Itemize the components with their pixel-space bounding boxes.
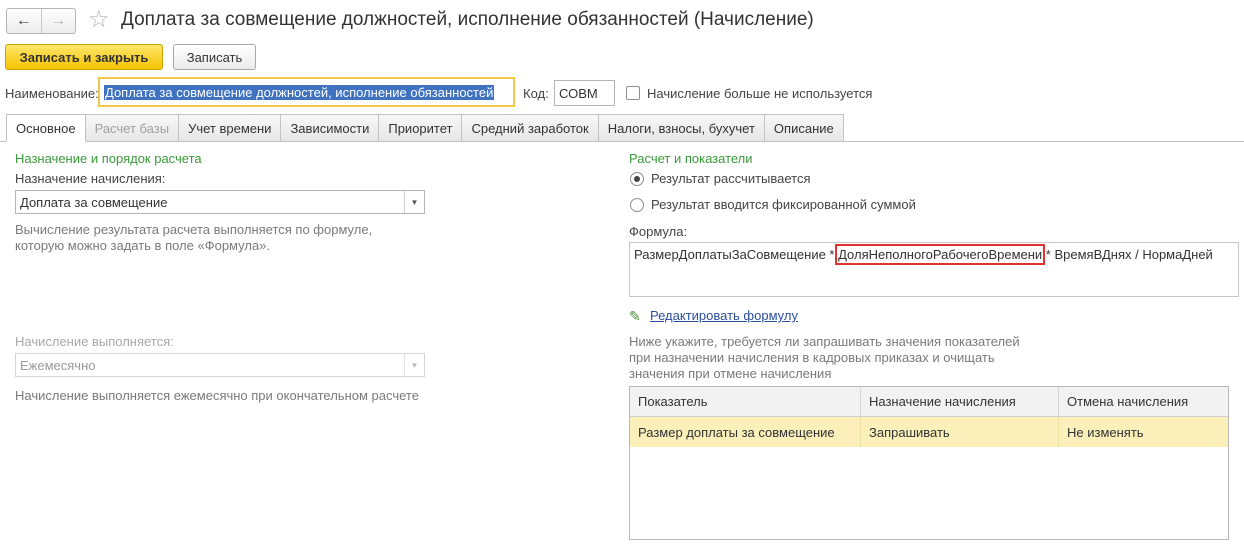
purpose-select[interactable]: Доплата за совмещение ▼ [15, 190, 425, 214]
periodicity-select[interactable]: Ежемесячно ▼ [15, 353, 425, 377]
dropdown-arrow-icon[interactable]: ▼ [404, 191, 424, 213]
edit-formula-link[interactable]: Редактировать формулу [650, 308, 798, 323]
tab-description[interactable]: Описание [764, 114, 844, 142]
column-header-cancellation[interactable]: Отмена начисления [1058, 387, 1228, 416]
save-button[interactable]: Записать [173, 44, 256, 70]
purpose-section-title: Назначение и порядок расчета [15, 151, 202, 166]
indicators-hint-line3: значения при отмене начисления [629, 366, 832, 381]
periodicity-select-value: Ежемесячно [20, 357, 96, 373]
indicators-hint: Ниже укажите, требуется ли запрашивать з… [629, 334, 1020, 382]
tab-average-earnings[interactable]: Средний заработок [462, 114, 599, 142]
name-label: Наименование: [5, 86, 99, 101]
tab-main[interactable]: Основное [6, 114, 86, 142]
radio-calculated-label[interactable]: Результат рассчитывается [651, 171, 811, 186]
purpose-label: Назначение начисления: [15, 171, 166, 186]
table-cell[interactable]: Запрашивать [860, 417, 1058, 447]
purpose-hint-line1: Вычисление результата расчета выполняетс… [15, 222, 373, 237]
purpose-hint-line2: которую можно задать в поле «Формула». [15, 238, 271, 253]
code-field[interactable]: СОВМ [554, 80, 615, 106]
window-title: Доплата за совмещение должностей, исполн… [121, 9, 814, 30]
formula-label: Формула: [629, 224, 688, 239]
name-field[interactable]: Доплата за совмещение должностей, исполн… [98, 77, 515, 107]
tab-bar: Основное Расчет базы Учет времени Зависи… [6, 114, 844, 142]
periodicity-hint: Начисление выполняется ежемесячно при ок… [15, 388, 419, 403]
purpose-select-value: Доплата за совмещение [20, 194, 168, 210]
radio-fixed-sum-label[interactable]: Результат вводится фиксированной суммой [651, 197, 916, 212]
pencil-icon[interactable]: ✎ [629, 308, 641, 325]
tab-taxes-accounting[interactable]: Налоги, взносы, бухучет [598, 114, 765, 142]
indicators-hint-line1: Ниже укажите, требуется ли запрашивать з… [629, 334, 1020, 349]
radio-fixed-sum[interactable] [630, 198, 644, 212]
code-field-value: СОВМ [559, 85, 598, 101]
tab-priority[interactable]: Приоритет [379, 114, 463, 142]
formula-text-part2: * ВремяВДнях / НормаДней [1042, 247, 1213, 262]
calculation-section-title: Расчет и показатели [629, 151, 753, 166]
formula-field[interactable]: РазмерДоплатыЗаСовмещение * ДоляНеполног… [629, 242, 1239, 297]
tab-dependencies[interactable]: Зависимости [281, 114, 380, 142]
column-header-assignment[interactable]: Назначение начисления [860, 387, 1058, 416]
unused-checkbox[interactable] [626, 86, 640, 100]
table-header: Показатель Назначение начисления Отмена … [630, 387, 1228, 417]
formula-text-part1: РазмерДоплатыЗаСовмещение * [634, 247, 839, 262]
radio-selected-dot [634, 176, 640, 182]
back-arrow-icon[interactable]: ← [7, 9, 41, 33]
column-header-indicator[interactable]: Показатель [630, 387, 860, 416]
indicators-table[interactable]: Показатель Назначение начисления Отмена … [629, 386, 1229, 540]
tab-time-accounting[interactable]: Учет времени [179, 114, 282, 142]
favorite-star-icon[interactable]: ☆ [88, 6, 110, 34]
periodicity-label: Начисление выполняется: [15, 334, 174, 349]
save-and-close-button[interactable]: Записать и закрыть [5, 44, 163, 70]
navigation-buttons: ← → [6, 8, 76, 34]
unused-checkbox-label[interactable]: Начисление больше не используется [647, 86, 872, 101]
dropdown-arrow-icon[interactable]: ▼ [404, 354, 424, 376]
table-cell[interactable]: Не изменять [1058, 417, 1228, 447]
indicators-hint-line2: при назначении начисления в кадровых при… [629, 350, 995, 365]
purpose-hint: Вычисление результата расчета выполняетс… [15, 222, 372, 254]
tab-base-calculation[interactable]: Расчет базы [85, 114, 180, 142]
code-label: Код: [523, 86, 549, 101]
table-cell[interactable]: Размер доплаты за совмещение [630, 417, 860, 447]
table-row[interactable]: Размер доплаты за совмещение Запрашивать… [630, 417, 1228, 447]
radio-calculated[interactable] [630, 172, 644, 186]
name-field-value: Доплата за совмещение должностей, исполн… [104, 84, 495, 100]
forward-arrow-icon[interactable]: → [40, 9, 76, 33]
formula-highlighted-indicator: ДоляНеполногоРабочегоВремени [835, 244, 1046, 265]
